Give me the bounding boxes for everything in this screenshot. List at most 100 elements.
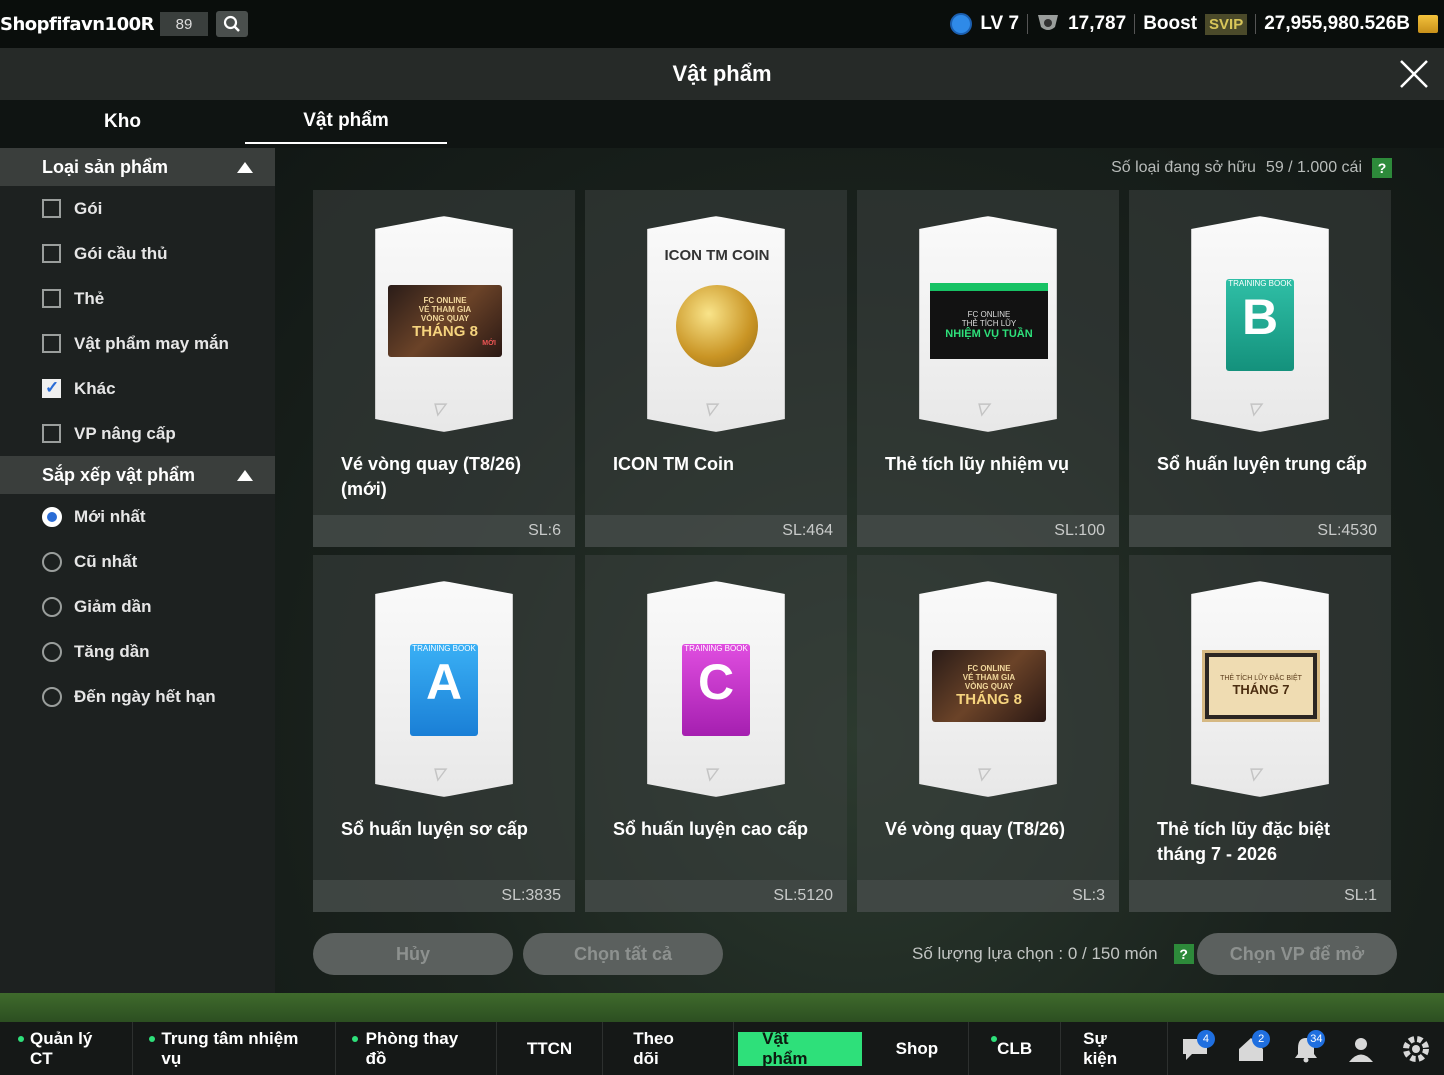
- sort-option[interactable]: Tăng dần: [0, 629, 275, 674]
- settings-button[interactable]: [1389, 1022, 1444, 1075]
- item-card[interactable]: TRAINING BOOK B ▽ Sổ huấn luyện trung cấ…: [1129, 190, 1391, 547]
- item-card[interactable]: TRAINING BOOK C ▽ Sổ huấn luyện cao cấp …: [585, 555, 847, 912]
- checkbox[interactable]: [42, 424, 61, 443]
- filter-option[interactable]: Gói: [0, 186, 275, 231]
- item-name: ICON TM Coin: [613, 454, 734, 474]
- item-card[interactable]: THẺ TÍCH LŨY ĐẶC BIỆT THÁNG 7 ▽ Thẻ tích…: [1129, 555, 1391, 912]
- select-all-button[interactable]: Chọn tất cả: [523, 933, 723, 975]
- open-items-button[interactable]: Chọn VP để mở: [1197, 933, 1397, 975]
- spin-ticket-art: FC ONLINE VÉ THAM GIA VÒNG QUAY THÁNG 8: [932, 650, 1046, 722]
- nav-trung-tam-nhiem-vu[interactable]: Trung tâm nhiệm vụ: [133, 1022, 336, 1075]
- item-quantity: SL:1: [1129, 880, 1391, 912]
- username: Shopfifavn100R: [0, 13, 155, 35]
- tab-vat-pham[interactable]: Vật phẩm: [245, 100, 447, 144]
- item-quantity: SL:6: [313, 515, 575, 547]
- filter-option[interactable]: Vật phẩm may mắn: [0, 321, 275, 366]
- sort-header-label: Sắp xếp vật phẩm: [42, 464, 196, 485]
- trophy-icon: [1038, 15, 1059, 30]
- item-name: Sổ huấn luyện trung cấp: [1157, 454, 1368, 474]
- filter-option-label: Thẻ: [74, 288, 105, 308]
- filter-header[interactable]: Loại sản phẩm: [0, 148, 275, 186]
- cancel-button[interactable]: Hủy: [313, 933, 513, 975]
- art-letter: A: [425, 654, 463, 710]
- new-tag: MỚI: [482, 339, 496, 347]
- fc-logo-icon: ▽: [704, 401, 717, 418]
- filter-option-label: Gói cầu thủ: [74, 243, 168, 263]
- item-quantity: SL:464: [585, 515, 847, 547]
- checkbox-checked[interactable]: [42, 378, 61, 398]
- close-icon[interactable]: [1398, 58, 1430, 90]
- item-card[interactable]: ICON TM COIN ▽ ICON TM Coin SL:464: [585, 190, 847, 547]
- item-card[interactable]: TRAINING BOOK A ▽ Sổ huấn luyện sơ cấp S…: [313, 555, 575, 912]
- nav-su-kien[interactable]: Sự kiện: [1061, 1022, 1168, 1075]
- fc-logo-icon: ▽: [976, 401, 989, 418]
- sort-option[interactable]: Mới nhất: [0, 494, 275, 539]
- sort-option[interactable]: Đến ngày hết hạn: [0, 674, 275, 719]
- grass-strip: [0, 993, 1444, 1022]
- item-card[interactable]: FC ONLINE VÉ THAM GIA VÒNG QUAY THÁNG 8 …: [313, 190, 575, 547]
- nav-phong-thay-do[interactable]: Phòng thay đồ: [336, 1022, 497, 1075]
- spin-ticket-art: FC ONLINE VÉ THAM GIA VÒNG QUAY THÁNG 8 …: [388, 285, 502, 357]
- filter-option[interactable]: Khác: [0, 366, 275, 411]
- tab-bar: Kho Vật phẩm: [0, 100, 500, 146]
- checkbox[interactable]: [42, 199, 61, 218]
- art-title: THÁNG 8: [412, 322, 478, 340]
- item-card[interactable]: FC ONLINE VÉ THAM GIA VÒNG QUAY THÁNG 8 …: [857, 555, 1119, 912]
- divider: [1027, 14, 1029, 34]
- art-text: VÒNG QUAY: [964, 682, 1014, 691]
- nav-quan-ly-ct[interactable]: Quản lý CT: [0, 1022, 134, 1075]
- art-label: TRAINING BOOK: [1228, 279, 1292, 288]
- filter-option[interactable]: Thẻ: [0, 276, 275, 321]
- radio[interactable]: [42, 686, 62, 707]
- nav-theo-doi[interactable]: Theo dõi: [603, 1022, 735, 1075]
- bottom-nav: Quản lý CT Trung tâm nhiệm vụ Phòng thay…: [0, 1022, 1444, 1075]
- owned-value: 59 / 1.000 cái: [1265, 159, 1362, 176]
- chat-button[interactable]: 4: [1168, 1022, 1223, 1075]
- selection-label: Số lượng lựa chọn : 0 / 150 món: [912, 944, 1158, 963]
- sort-option[interactable]: Giảm dần: [0, 584, 275, 629]
- item-name: Sổ huấn luyện sơ cấp: [341, 819, 528, 839]
- profile-button[interactable]: [1333, 1022, 1388, 1075]
- radio-selected[interactable]: [42, 506, 62, 527]
- level-icon: [950, 13, 973, 35]
- item-quantity: SL:4530: [1129, 515, 1391, 547]
- sort-header[interactable]: Sắp xếp vật phẩm: [0, 456, 275, 494]
- checkbox[interactable]: [42, 334, 61, 353]
- tab-kho[interactable]: Kho: [0, 100, 245, 144]
- filter-sidebar: Loại sản phẩm Gói Gói cầu thủ Thẻ Vật ph…: [0, 148, 275, 993]
- radio[interactable]: [42, 641, 62, 662]
- item-quantity: SL:3: [857, 880, 1119, 912]
- collapse-arrow-icon: [237, 469, 253, 481]
- home-button[interactable]: 2: [1223, 1022, 1278, 1075]
- filter-option-label: Khác: [74, 378, 116, 398]
- item-card[interactable]: FC ONLINE THẺ TÍCH LŨY NHIỆM VỤ TUẦN ▽ T…: [857, 190, 1119, 547]
- item-image: THẺ TÍCH LŨY ĐẶC BIỆT THÁNG 7 ▽: [1191, 581, 1329, 797]
- nav-clb[interactable]: CLB: [969, 1022, 1062, 1075]
- filter-option[interactable]: VP nâng cấp: [0, 411, 275, 456]
- sort-option[interactable]: Cũ nhất: [0, 539, 275, 584]
- item-quantity: SL:100: [857, 515, 1119, 547]
- filter-option[interactable]: Gói cầu thủ: [0, 231, 275, 276]
- search-icon: [223, 15, 240, 32]
- search-button[interactable]: [216, 11, 248, 37]
- help-button[interactable]: ?: [1372, 158, 1392, 178]
- selection-count: Số lượng lựa chọn : 0 / 150 món ?: [912, 944, 1194, 964]
- gold-coin-icon: [676, 285, 758, 367]
- sort-option-label: Tăng dần: [74, 641, 150, 661]
- help-button[interactable]: ?: [1173, 944, 1194, 964]
- bp-text: 27,955,980.526B: [1264, 13, 1410, 34]
- notifications-button[interactable]: 34: [1278, 1022, 1333, 1075]
- art-brand: FC ONLINE: [423, 295, 467, 305]
- art-brand: FC ONLINE: [967, 664, 1011, 673]
- radio[interactable]: [42, 551, 62, 572]
- checkbox[interactable]: [42, 244, 61, 263]
- profile-icon: [1349, 1037, 1374, 1062]
- nav-shop[interactable]: Shop: [866, 1022, 970, 1075]
- notification-badge: 34: [1307, 1030, 1326, 1048]
- training-book-a-icon: TRAINING BOOK A: [410, 644, 478, 736]
- art-letter: C: [697, 654, 735, 710]
- nav-vat-pham[interactable]: Vật phẩm: [738, 1029, 862, 1068]
- checkbox[interactable]: [42, 289, 61, 308]
- nav-ttcn[interactable]: TTCN: [497, 1022, 604, 1075]
- radio[interactable]: [42, 596, 62, 617]
